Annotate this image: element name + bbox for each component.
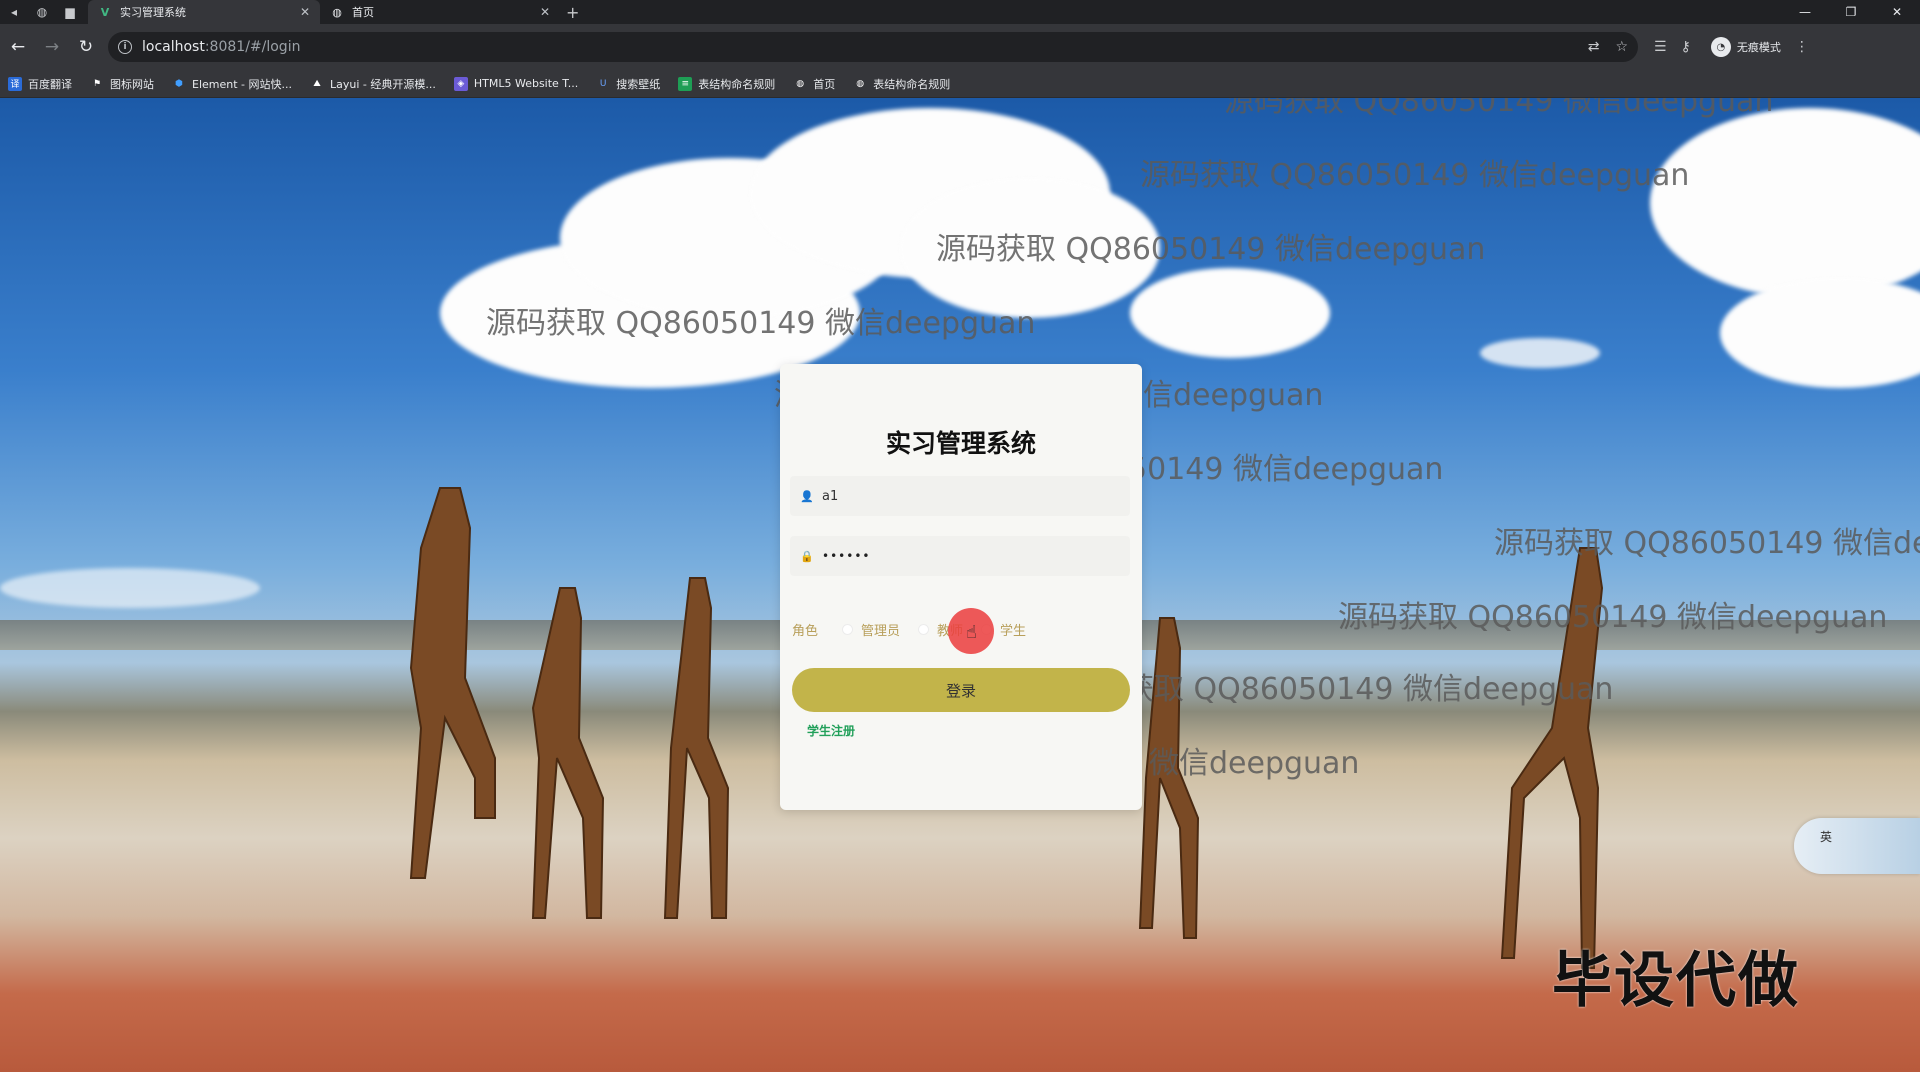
bookmark-label: 表结构命名规则: [698, 77, 776, 91]
giraffe-group-right: [1138, 547, 1604, 969]
speaker-icon[interactable]: ◂: [0, 0, 28, 24]
bookmark-item[interactable]: ⚑ 图标网站: [90, 76, 154, 92]
radio-button[interactable]: [842, 624, 854, 635]
tab-title: 首页: [352, 6, 374, 19]
translate-icon: 译: [8, 76, 22, 91]
bookmark-label: 首页: [813, 77, 836, 91]
key-icon[interactable]: ⚷: [1681, 39, 1691, 55]
bookmark-item[interactable]: ◍ 首页: [793, 76, 835, 92]
close-window-button[interactable]: ✕: [1874, 0, 1920, 24]
hand-cursor-icon: ☝: [966, 622, 977, 643]
role-radio-group: 角色 管理员 教师 学生: [792, 620, 1044, 639]
tab-strip: ◂ ◍ ▆ V 实习管理系统 ✕ ◍ 首页 ✕ + — ❐ ✕: [0, 0, 1920, 24]
flag-icon: ⚑: [92, 78, 102, 89]
bookmark-label: HTML5 Website T...: [473, 77, 579, 90]
bookmark-item[interactable]: ◈ HTML5 Website T...: [453, 76, 579, 91]
info-icon[interactable]: i: [118, 40, 132, 54]
close-icon[interactable]: ✕: [540, 5, 550, 19]
bookmark-label: Element - 网站快...: [192, 77, 292, 91]
globe-icon: ◍: [856, 78, 865, 89]
bookmark-label: 百度翻译: [28, 77, 72, 91]
tab-title: 实习管理系统: [120, 6, 186, 19]
watermark: 源码获取 QQ86050149 微信deepguan: [1140, 158, 1690, 193]
menu-icon[interactable]: ⋮: [1795, 39, 1809, 55]
login-page-background: 源码获取 QQ86050149 微信deepguan 源码获取 QQ860501…: [0, 98, 1920, 1072]
role-option-admin[interactable]: 管理员: [842, 620, 900, 639]
tab-search-icon[interactable]: ▆: [56, 0, 84, 24]
cloud: [1480, 338, 1600, 368]
bookmark-item[interactable]: ◍ 表结构命名规则: [853, 76, 950, 92]
url-host: localhost: [142, 39, 205, 55]
ime-mode-label: 英: [1820, 830, 1833, 844]
page-title: 实习管理系统: [885, 429, 1036, 458]
new-tab-button[interactable]: +: [566, 3, 579, 22]
window-controls: — ❐ ✕: [1782, 0, 1920, 24]
wallpaper-icon: U: [599, 78, 607, 89]
incognito-indicator[interactable]: ◔ 无痕模式: [1710, 37, 1781, 57]
layui-icon: ⛰: [313, 78, 321, 89]
tab-login[interactable]: V 实习管理系统 ✕: [88, 0, 320, 24]
role-label: 角色: [792, 624, 819, 639]
bookmark-label: Layui - 经典开源模...: [330, 77, 436, 91]
overlay-caption: 毕设代做: [1552, 946, 1800, 1016]
bookmark-label: 搜索壁纸: [616, 77, 661, 91]
restore-button[interactable]: ❐: [1828, 0, 1874, 24]
incognito-icon: ◔: [1710, 37, 1731, 57]
globe-icon: ◍: [332, 5, 342, 19]
bookmark-star-icon[interactable]: ☆: [1615, 39, 1628, 55]
username-field[interactable]: 👤: [790, 476, 1130, 516]
lock-icon: 🔒: [800, 549, 814, 563]
cloud: [1130, 268, 1330, 358]
role-option-label: 管理员: [861, 624, 901, 639]
ime-status-widget[interactable]: 英: [1794, 818, 1920, 874]
role-option-label: 学生: [1000, 624, 1027, 639]
url-path: :8081/#/login: [204, 39, 301, 55]
cloud: [1650, 108, 1920, 298]
vue-icon: V: [100, 5, 110, 19]
watermark: 源码获取 QQ86050149 微信deepguan: [1224, 98, 1774, 119]
bookmark-item[interactable]: U 搜索壁纸: [596, 76, 660, 92]
login-button[interactable]: 登录: [792, 668, 1130, 712]
password-input[interactable]: ••••••: [822, 549, 870, 563]
bookmarks-bar: 译百度翻译 ⚑ 图标网站 ⬢ Element - 网站快... ⛰ Layui - 经…: [0, 70, 1920, 98]
reload-button[interactable]: ↻: [70, 31, 102, 63]
reading-list-icon[interactable]: ☰: [1654, 39, 1667, 55]
globe-icon: ◍: [796, 78, 805, 89]
cloud: [0, 568, 260, 608]
bookmark-item[interactable]: ⛰ Layui - 经典开源模...: [310, 76, 436, 92]
tab-home[interactable]: ◍ 首页 ✕: [320, 0, 560, 24]
bookmark-item[interactable]: 译百度翻译: [8, 76, 72, 92]
click-highlight: ☝: [948, 608, 994, 654]
student-register-link[interactable]: 学生注册: [807, 722, 855, 739]
globe-icon[interactable]: ◍: [28, 0, 56, 24]
translate-icon[interactable]: ⇄: [1588, 39, 1600, 55]
back-button[interactable]: ←: [2, 31, 34, 63]
password-field[interactable]: 🔒 ••••••: [790, 536, 1130, 576]
forward-button[interactable]: →: [36, 31, 68, 63]
radio-button[interactable]: [918, 624, 930, 635]
bookmark-item[interactable]: ⬢ Element - 网站快...: [172, 76, 292, 92]
sheet-icon: ≡: [678, 76, 693, 91]
username-input[interactable]: [822, 488, 1102, 504]
user-icon: 👤: [800, 489, 814, 503]
incognito-label: 无痕模式: [1736, 41, 1781, 54]
bookmark-item[interactable]: ≡ 表结构命名规则: [678, 76, 775, 92]
address-bar[interactable]: i localhost:8081/#/login ⇄ ☆: [108, 32, 1638, 62]
cloud: [900, 178, 1160, 318]
login-card: 实习管理系统 👤 🔒 •••••• 角色 管理员 教师 学生 ☝ 登录 学生注册: [780, 364, 1142, 810]
giraffe-group-left: [409, 487, 730, 919]
element-icon: ⬢: [175, 78, 183, 89]
bookmark-label: 图标网站: [110, 77, 154, 91]
browser-toolbar: ← → ↻ i localhost:8081/#/login ⇄ ☆ ☰ ⚷ ◔…: [0, 24, 1920, 70]
cloud: [1720, 278, 1920, 388]
minimize-button[interactable]: —: [1782, 0, 1828, 24]
bookmark-label: 表结构命名规则: [873, 77, 951, 91]
close-icon[interactable]: ✕: [300, 5, 310, 19]
html5-icon: ◈: [453, 76, 468, 91]
